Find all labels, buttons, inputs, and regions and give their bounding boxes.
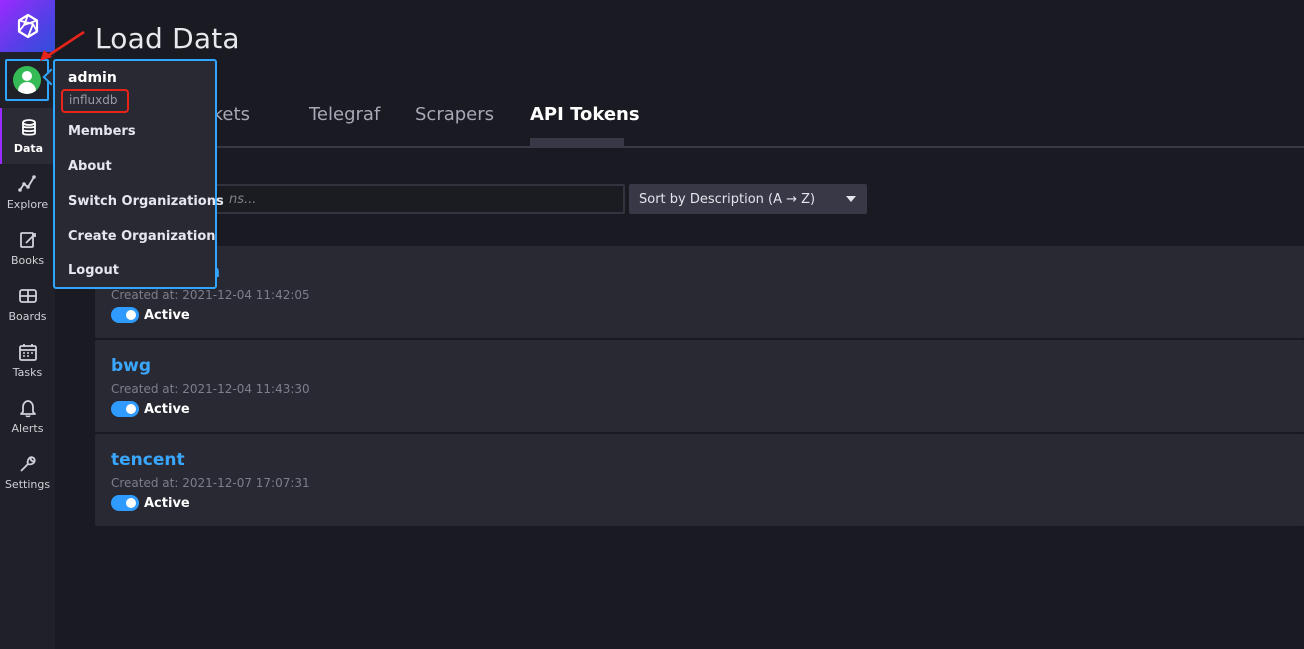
sidebar-item-label: Settings <box>4 477 51 491</box>
calendar-icon <box>18 343 37 361</box>
sidebar: Data Explore Books Boards Tasks Alerts S… <box>0 0 55 649</box>
token-status: Active <box>111 495 190 511</box>
sidebar-item-books[interactable]: Books <box>0 220 55 276</box>
avatar <box>13 66 41 94</box>
sidebar-item-label: Boards <box>8 309 47 323</box>
username: admin <box>68 70 117 86</box>
database-icon <box>21 118 36 136</box>
menu-item-members[interactable]: Members <box>68 124 136 139</box>
sidebar-item-label: Alerts <box>11 421 44 435</box>
page-title: Load Data <box>95 22 240 55</box>
token-card: bwg Created at: 2021-12-04 11:43:30 Acti… <box>95 340 1304 432</box>
status-toggle[interactable] <box>111 307 139 323</box>
notebook-icon <box>19 231 36 248</box>
user-avatar-button[interactable] <box>5 59 49 101</box>
token-name[interactable]: tencent <box>111 450 185 470</box>
status-label: Active <box>144 401 190 417</box>
tab-telegraf[interactable]: Telegraf <box>309 104 380 125</box>
menu-item-logout[interactable]: Logout <box>68 263 119 278</box>
sidebar-item-tasks[interactable]: Tasks <box>0 332 55 388</box>
token-created-at: Created at: 2021-12-04 11:42:05 <box>111 288 310 302</box>
token-status: Active <box>111 401 190 417</box>
token-card: n Created at: 2021-12-04 11:42:05 Active <box>95 246 1304 338</box>
token-card: tencent Created at: 2021-12-07 17:07:31 … <box>95 434 1304 526</box>
sidebar-item-label: Books <box>10 253 45 267</box>
wrench-icon <box>19 455 36 472</box>
status-label: Active <box>144 307 190 323</box>
tab-api-tokens[interactable]: API Tokens <box>530 104 640 125</box>
token-created-at: Created at: 2021-12-04 11:43:30 <box>111 382 310 396</box>
active-tab-indicator <box>530 138 624 146</box>
status-label: Active <box>144 495 190 511</box>
status-toggle[interactable] <box>111 401 139 417</box>
status-toggle[interactable] <box>111 495 139 511</box>
graph-icon <box>17 174 36 192</box>
caret-down-icon <box>846 196 856 202</box>
sidebar-item-label: Tasks <box>12 365 43 379</box>
sidebar-item-boards[interactable]: Boards <box>0 276 55 332</box>
dashboard-icon <box>18 288 37 303</box>
token-name[interactable]: bwg <box>111 356 151 376</box>
sidebar-item-data[interactable]: Data <box>0 108 55 164</box>
sidebar-item-label: Explore <box>6 197 49 211</box>
tab-bar: Buckets Telegraf Scrapers API Tokens <box>95 96 1304 148</box>
annotation-arrow-icon <box>40 30 85 61</box>
sidebar-item-explore[interactable]: Explore <box>0 164 55 220</box>
menu-item-switch-organizations[interactable]: Switch Organizations <box>68 194 224 209</box>
sidebar-item-alerts[interactable]: Alerts <box>0 388 55 444</box>
search-input[interactable] <box>229 191 613 207</box>
menu-item-about[interactable]: About <box>68 159 112 174</box>
menu-item-create-organization[interactable]: Create Organization <box>68 229 216 244</box>
bell-icon <box>19 399 36 417</box>
sidebar-item-label: Data <box>13 141 44 155</box>
token-created-at: Created at: 2021-12-07 17:07:31 <box>111 476 310 490</box>
user-menu-popup: admin influxdb Members About Switch Orga… <box>53 59 224 289</box>
organization-name: influxdb <box>61 89 129 113</box>
token-status: Active <box>111 307 190 323</box>
sort-dropdown[interactable]: Sort by Description (A → Z) <box>629 184 867 214</box>
sidebar-item-settings[interactable]: Settings <box>0 444 55 500</box>
sort-dropdown-label: Sort by Description (A → Z) <box>639 191 816 207</box>
tab-scrapers[interactable]: Scrapers <box>415 104 494 125</box>
